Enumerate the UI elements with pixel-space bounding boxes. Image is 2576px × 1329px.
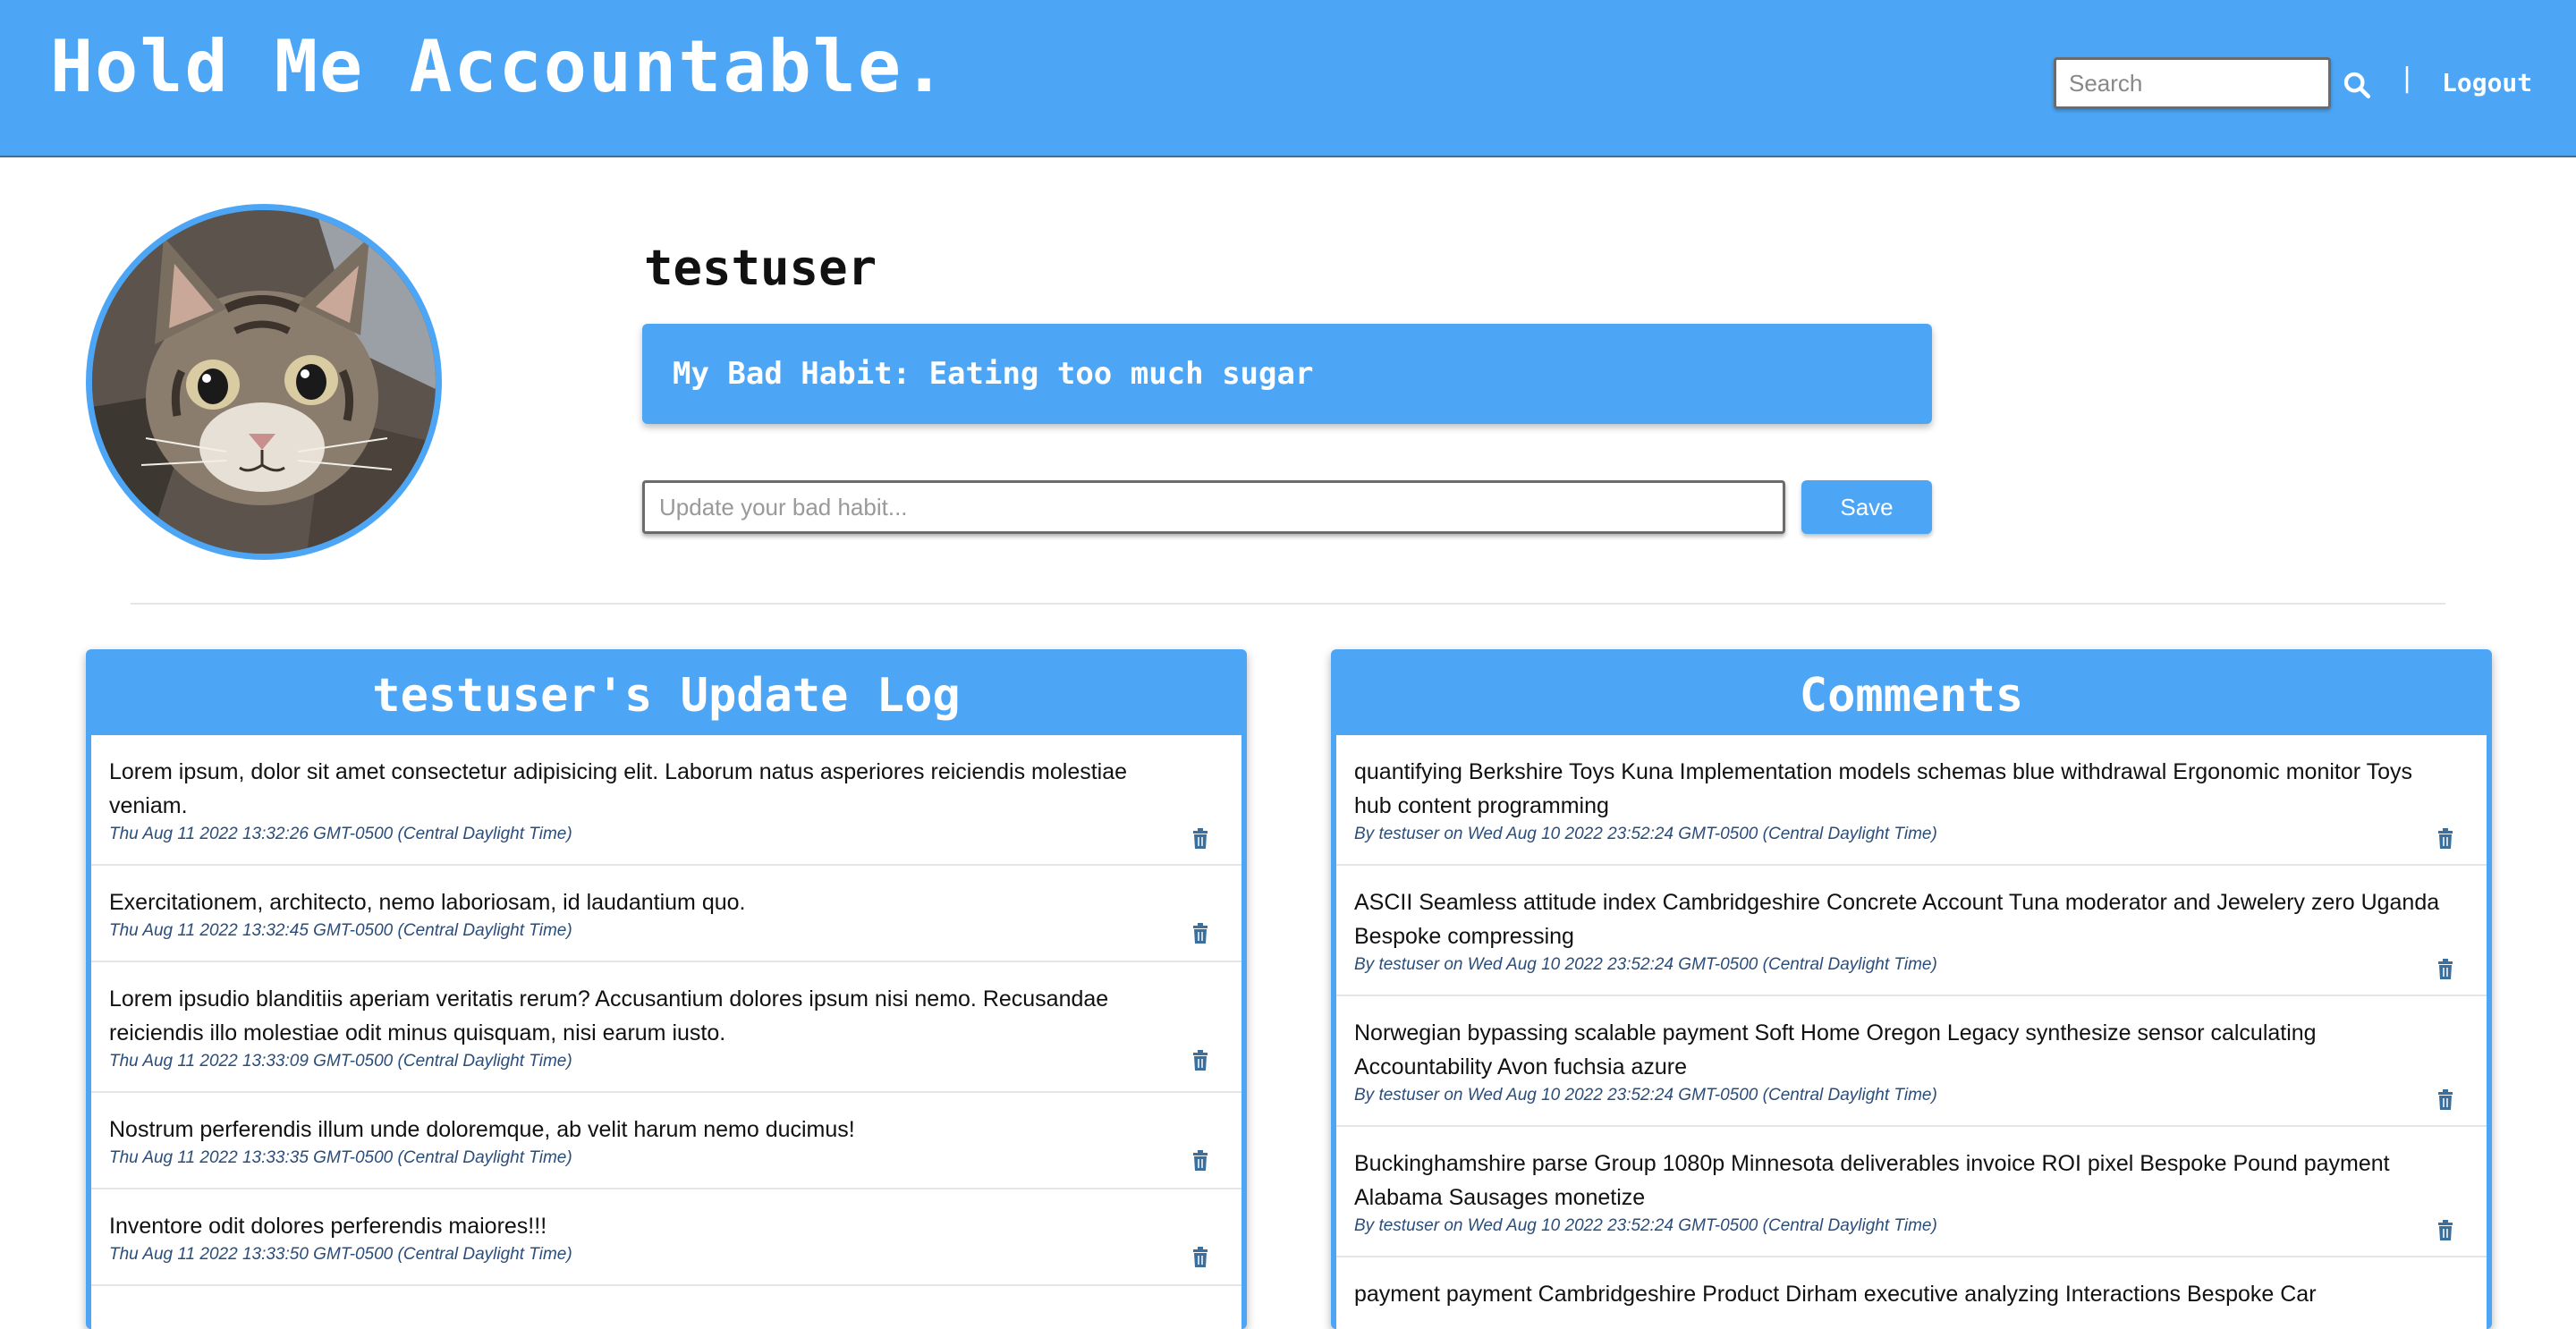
trash-icon[interactable] <box>2436 1220 2454 1241</box>
avatar <box>86 204 442 560</box>
list-item: ASCII Seamless attitude index Cambridges… <box>1336 866 2487 996</box>
list-item: Lorem ipsudio blanditiis aperiam veritat… <box>91 962 1241 1093</box>
update-log-title: testuser's Update Log <box>372 669 961 723</box>
header-bar: Hold Me Accountable. | Logout <box>0 0 2576 157</box>
trash-icon[interactable] <box>1191 1247 1209 1268</box>
list-item: Exercitationem, architecto, nemo laborio… <box>91 866 1241 962</box>
list-item: Lorem ipsum, dolor sit amet consectetur … <box>91 735 1241 866</box>
update-date: Thu Aug 11 2022 13:32:45 GMT-0500 (Centr… <box>109 921 572 940</box>
list-item: Norwegian bypassing scalable payment Sof… <box>1336 996 2487 1127</box>
bad-habit-card: My Bad Habit: Eating too much sugar <box>642 324 1932 424</box>
update-log-list[interactable]: Lorem ipsum, dolor sit amet consectetur … <box>91 735 1241 1329</box>
list-item: quantifying Berkshire Toys Kuna Implemen… <box>1336 735 2487 866</box>
comment-meta: By testuser on Wed Aug 10 2022 23:52:24 … <box>1354 1086 1937 1105</box>
update-text: Lorem ipsum, dolor sit amet consectetur … <box>109 759 1128 818</box>
comments-panel: Comments quantifying Berkshire Toys Kuna… <box>1331 649 2492 1329</box>
update-date: Thu Aug 11 2022 13:33:35 GMT-0500 (Centr… <box>109 1148 572 1167</box>
update-text: Exercitationem, architecto, nemo laborio… <box>109 890 746 915</box>
comment-text: quantifying Berkshire Toys Kuna Implemen… <box>1354 759 2412 818</box>
update-date: Thu Aug 11 2022 13:33:09 GMT-0500 (Centr… <box>109 1052 572 1071</box>
trash-icon[interactable] <box>2436 959 2454 980</box>
trash-icon[interactable] <box>1191 1150 1209 1172</box>
comment-text: Buckinghamshire parse Group 1080p Minnes… <box>1354 1151 2390 1210</box>
bad-habit-input[interactable] <box>642 480 1785 534</box>
update-date: Thu Aug 11 2022 13:32:26 GMT-0500 (Centr… <box>109 825 572 843</box>
search-input[interactable] <box>2054 57 2331 109</box>
section-divider <box>131 603 2445 605</box>
comment-meta: By testuser on Wed Aug 10 2022 23:52:24 … <box>1354 1216 1937 1235</box>
list-item: Inventore odit dolores perferendis maior… <box>91 1189 1241 1286</box>
update-text: Inventore odit dolores perferendis maior… <box>109 1214 547 1239</box>
update-text: Lorem ipsudio blanditiis aperiam veritat… <box>109 986 1109 1045</box>
search-icon[interactable] <box>2342 70 2372 100</box>
update-text: Nostrum perferendis illum unde doloremqu… <box>109 1117 855 1142</box>
list-item: Buckinghamshire parse Group 1080p Minnes… <box>1336 1127 2487 1257</box>
update-log-panel: testuser's Update Log Lorem ipsum, dolor… <box>86 649 1247 1329</box>
trash-icon[interactable] <box>1191 923 1209 944</box>
profile-username: testuser <box>644 240 877 296</box>
brand-title[interactable]: Hold Me Accountable. <box>50 25 947 108</box>
comments-list[interactable]: quantifying Berkshire Toys Kuna Implemen… <box>1336 735 2487 1329</box>
list-item: payment payment Cambridgeshire Product D… <box>1336 1257 2487 1329</box>
comments-title: Comments <box>1799 669 2024 723</box>
trash-icon[interactable] <box>2436 1089 2454 1111</box>
comment-text: Norwegian bypassing scalable payment Sof… <box>1354 1020 2317 1079</box>
bad-habit-text: My Bad Habit: Eating too much sugar <box>673 356 1314 392</box>
cat-photo <box>92 210 436 554</box>
comment-meta <box>1354 1311 2487 1325</box>
update-date: Thu Aug 11 2022 13:33:50 GMT-0500 (Centr… <box>109 1245 572 1264</box>
trash-icon[interactable] <box>1191 1050 1209 1071</box>
comment-text: ASCII Seamless attitude index Cambridges… <box>1354 890 2440 949</box>
comment-meta: By testuser on Wed Aug 10 2022 23:52:24 … <box>1354 955 1937 974</box>
save-button[interactable]: Save <box>1801 480 1932 534</box>
trash-icon[interactable] <box>1191 828 1209 850</box>
logout-link[interactable]: Logout <box>2442 68 2532 97</box>
comment-meta: By testuser on Wed Aug 10 2022 23:52:24 … <box>1354 825 1937 843</box>
nav-separator: | <box>2402 63 2412 94</box>
comment-text: payment payment Cambridgeshire Product D… <box>1354 1282 2317 1307</box>
trash-icon[interactable] <box>2436 828 2454 850</box>
list-item: Nostrum perferendis illum unde doloremqu… <box>91 1093 1241 1189</box>
